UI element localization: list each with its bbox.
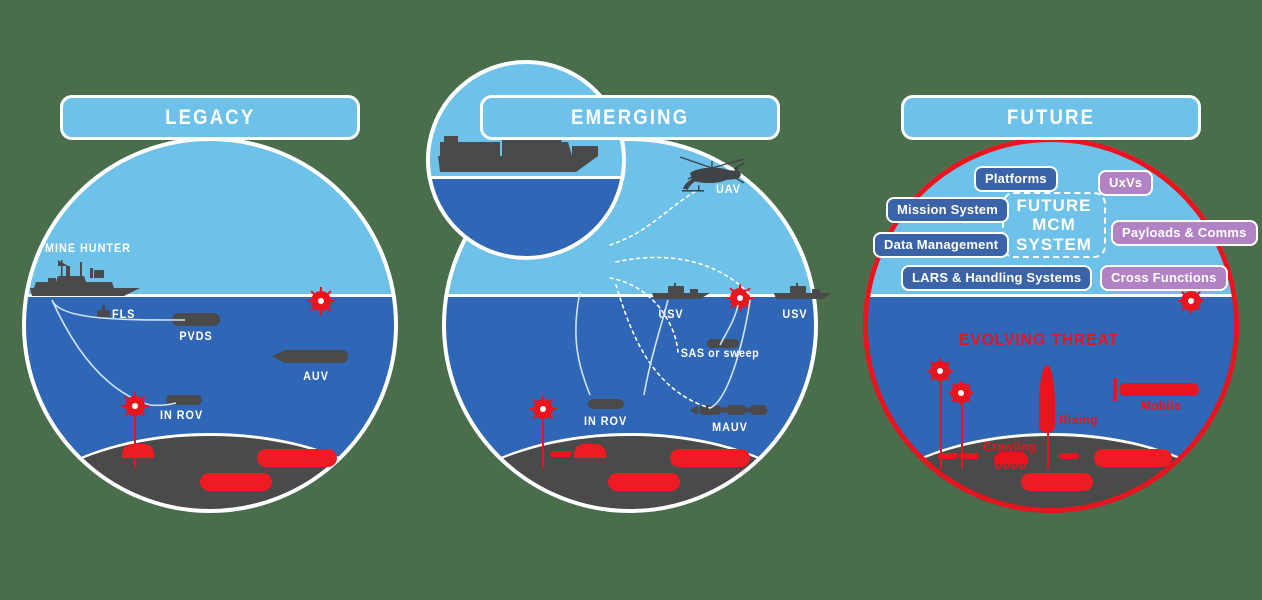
tag-lars-handling-systems[interactable]: LARS & Handling Systems [901, 265, 1093, 291]
panel-header-legacy[interactable]: LEGACY [60, 95, 360, 140]
uav-helicopter-icon [679, 156, 745, 192]
mine-tether [961, 400, 963, 469]
tag-platforms[interactable]: Platforms [974, 166, 1058, 192]
label-auv: AUV [303, 369, 329, 383]
tag-uxvs[interactable]: UxVs [1098, 170, 1154, 196]
fls-sensor-icon [97, 305, 110, 317]
tag-cross-functions[interactable]: Cross Functions [1100, 265, 1228, 291]
mine-tether [940, 378, 942, 469]
crawling-mine-icon [994, 452, 1028, 469]
panel-header-label: LEGACY [164, 105, 256, 129]
ground-mine [1094, 449, 1172, 467]
auv-vehicle-icon [272, 350, 348, 363]
ground-mine [1021, 473, 1093, 491]
label-in-rov: IN ROV [160, 408, 204, 422]
tag-data-management[interactable]: Data Management [873, 232, 1010, 258]
panel-header-future[interactable]: FUTURE [901, 95, 1201, 140]
surface-mine-icon [307, 287, 335, 315]
rising-mine-tether [1047, 432, 1049, 469]
surface-mine-icon [1178, 288, 1204, 314]
label-crawling: Crawling [983, 439, 1037, 454]
moored-mine-icon [949, 381, 973, 405]
mobile-mine-icon [1119, 383, 1199, 396]
panel-header-label: FUTURE [1006, 105, 1096, 129]
tag-mission-system[interactable]: Mission System [886, 197, 1010, 223]
core-line1: FUTURE MCM [1016, 195, 1092, 235]
label-rising: Rising [1059, 412, 1098, 427]
panel-emerging: EMERGING UAV USV USV SAS or sweep IN ROV… [420, 0, 840, 600]
label-fls: FLS [112, 307, 136, 321]
panel-legacy: LEGACY MINE HUNTER FLS PVDS AUV IN ROV [0, 0, 420, 600]
rising-mine-anchor [1059, 453, 1079, 459]
tag-payloads-comms[interactable]: Payloads & Comms [1111, 220, 1258, 246]
panel-header-label: EMERGING [570, 105, 690, 129]
label-pvds: PVDS [179, 329, 213, 343]
evolving-threat-title: EVOLVING THREAT [958, 330, 1120, 349]
diagram-canvas: LEGACY MINE HUNTER FLS PVDS AUV IN ROV E… [0, 0, 1262, 600]
future-mcm-system-core: FUTURE MCM SYSTEM [1002, 192, 1106, 258]
panel-future: FUTURE FUTURE MCM SYSTEM Platforms Missi… [841, 0, 1261, 600]
core-line2: SYSTEM [1016, 234, 1092, 254]
label-mobile: Mobile [1140, 398, 1182, 413]
moored-mine-icon [121, 392, 149, 420]
panel-header-emerging[interactable]: EMERGING [480, 95, 780, 140]
label-mine-hunter: MINE HUNTER [45, 241, 131, 255]
mine-hunter-ship-icon [30, 260, 140, 296]
inset-water [426, 179, 626, 260]
mothership-inset [426, 60, 626, 260]
mobile-mine-fin [1113, 378, 1117, 401]
